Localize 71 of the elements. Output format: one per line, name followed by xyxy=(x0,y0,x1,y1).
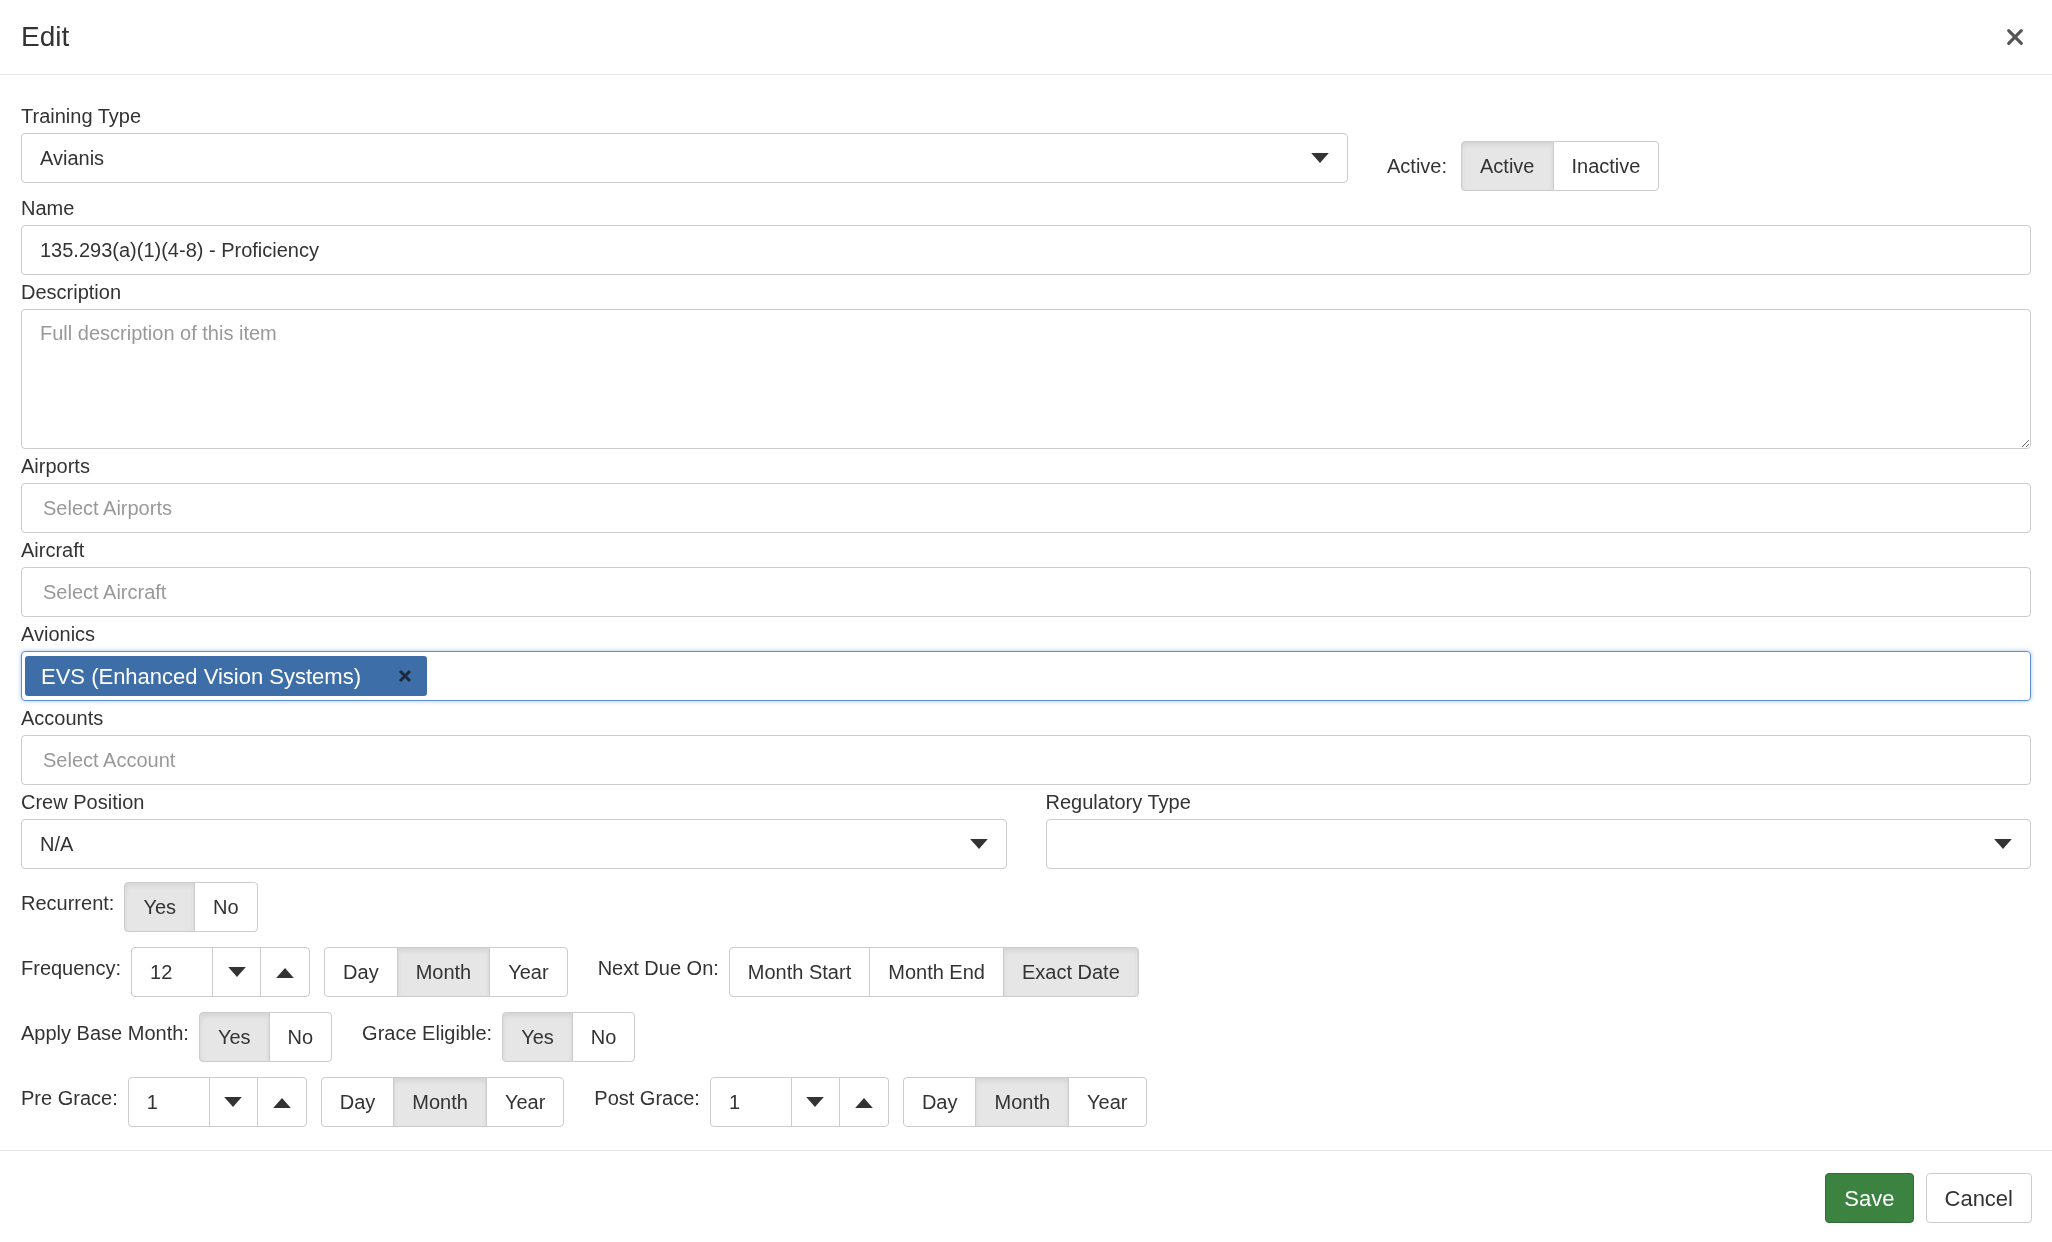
caret-down-icon xyxy=(227,966,246,978)
number-input-field[interactable]: 1 xyxy=(127,1077,210,1127)
select-field[interactable] xyxy=(1045,819,2031,869)
toggle-option[interactable]: Active xyxy=(1461,141,1554,191)
field-label: Next Due On: xyxy=(597,956,719,981)
description-field[interactable]: Full description of this item xyxy=(21,309,2031,449)
caret-down-icon xyxy=(969,838,988,850)
field-label: Accounts xyxy=(21,706,105,731)
close-icon xyxy=(397,669,412,683)
dialog-title: Edit xyxy=(21,20,70,54)
placeholder-text: Select Account xyxy=(42,748,176,773)
placeholder-text: Select Aircraft xyxy=(42,580,167,605)
toggle-option[interactable]: Exact Date xyxy=(1002,947,1139,997)
toggle-option[interactable]: Yes xyxy=(502,1012,573,1062)
field-label: Post Grace: xyxy=(594,1086,700,1111)
number-input-field[interactable]: 1 xyxy=(709,1077,792,1127)
field-label: Active: xyxy=(1387,154,1448,179)
number-input-field[interactable]: 12 xyxy=(131,947,214,997)
toggle-option[interactable]: Yes xyxy=(124,882,195,932)
multiselect-field[interactable]: EVS (Enhanced Vision Systems) xyxy=(21,651,2031,701)
field-label: Avionics xyxy=(21,622,97,647)
decrement-button[interactable] xyxy=(208,1077,258,1127)
caret-up-icon xyxy=(276,966,295,978)
toggle-option[interactable]: Month xyxy=(975,1077,1070,1127)
increment-button[interactable] xyxy=(260,947,311,997)
tag-label: EVS (Enhanced Vision Systems) xyxy=(41,662,361,691)
field-label: Airports xyxy=(21,454,91,479)
remove-tag-button[interactable] xyxy=(396,668,413,684)
toggle-option[interactable]: No xyxy=(194,882,258,932)
field-label: Apply Base Month: xyxy=(21,1021,189,1046)
caret-down-icon xyxy=(1994,838,2012,850)
toggle-option[interactable]: No xyxy=(268,1012,333,1062)
caret-up-icon xyxy=(272,1096,291,1108)
caret-up-icon xyxy=(854,1096,873,1108)
toggle-option[interactable]: Year xyxy=(489,947,568,997)
field-label: Regulatory Type xyxy=(1045,790,1192,815)
toggle-option[interactable]: Yes xyxy=(198,1012,270,1062)
field-label: Training Type xyxy=(21,104,143,129)
placeholder-text: Select Airports xyxy=(42,496,172,521)
close-icon xyxy=(2006,28,2024,46)
toggle-option[interactable]: Year xyxy=(485,1077,565,1127)
field-label: Frequency: xyxy=(21,956,122,981)
increment-button[interactable] xyxy=(838,1077,889,1127)
select-field[interactable]: Avianis xyxy=(21,133,1348,183)
save-button[interactable]: Save xyxy=(1825,1173,1914,1223)
field-label: Description xyxy=(21,280,123,305)
field-label: Recurrent: xyxy=(21,891,115,916)
toggle-option[interactable]: Day xyxy=(320,1077,395,1127)
field-label: Grace Eligible: xyxy=(362,1021,493,1046)
text-input-field[interactable]: 135.293(a)(1)(4-8) - Proficiency xyxy=(21,225,2031,275)
cancel-button[interactable]: Cancel xyxy=(1925,1173,2032,1223)
toggle-option[interactable]: Day xyxy=(902,1077,977,1127)
field-label: Name xyxy=(21,196,76,221)
toggle-option[interactable]: Month xyxy=(393,1077,487,1127)
toggle-option[interactable]: Month End xyxy=(869,947,1004,997)
select-field[interactable]: N/A xyxy=(21,819,1007,869)
toggle-option[interactable]: Month Start xyxy=(728,947,871,997)
toggle-option[interactable]: No xyxy=(571,1012,636,1062)
toggle-option[interactable]: Month xyxy=(396,947,491,997)
caret-down-icon xyxy=(806,1096,825,1108)
field-label: Crew Position xyxy=(21,790,146,815)
toggle-option[interactable]: Day xyxy=(324,947,398,997)
field-label: Pre Grace: xyxy=(21,1086,118,1111)
caret-down-icon xyxy=(1311,152,1329,164)
toggle-option[interactable]: Year xyxy=(1068,1077,1147,1127)
decrement-button[interactable] xyxy=(212,947,262,997)
toggle-option[interactable]: Inactive xyxy=(1552,141,1660,191)
increment-button[interactable] xyxy=(256,1077,307,1127)
caret-down-icon xyxy=(224,1096,243,1108)
decrement-button[interactable] xyxy=(790,1077,840,1127)
field-label: Aircraft xyxy=(21,538,86,563)
